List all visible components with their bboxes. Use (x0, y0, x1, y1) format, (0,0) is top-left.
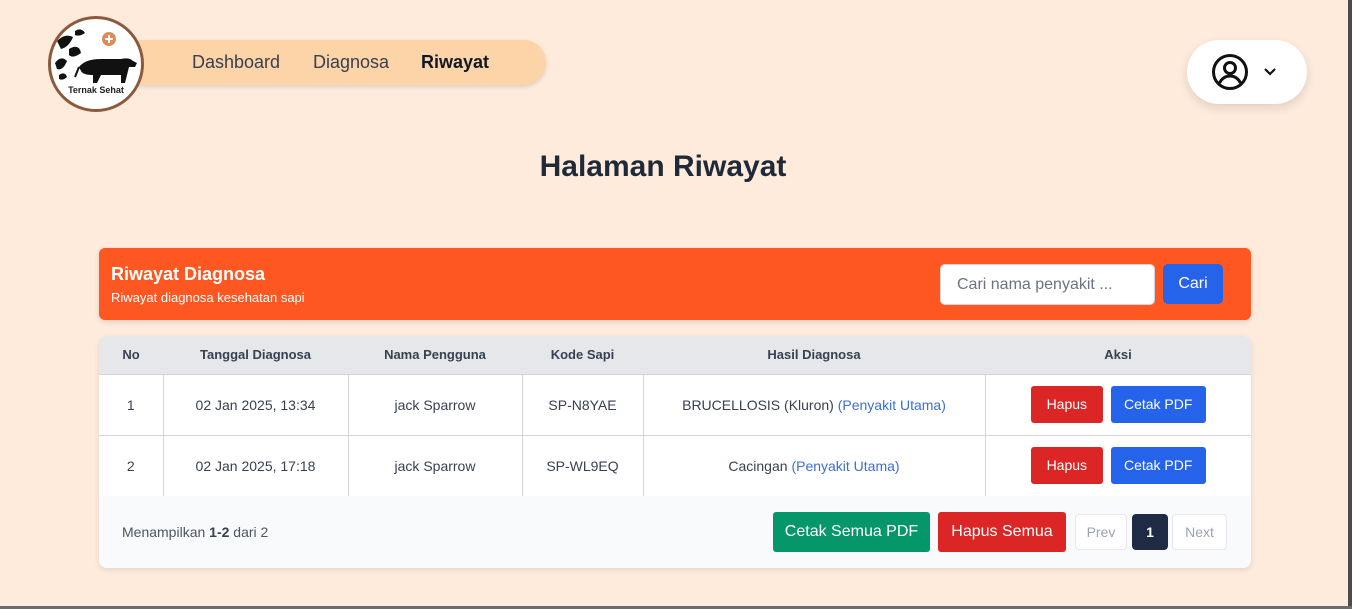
card-subtitle: Riwayat diagnosa kesehatan sapi (111, 290, 305, 305)
table-row: 1 02 Jan 2025, 13:34 jack Sparrow SP-N8Y… (99, 373, 1251, 436)
result-tag: (Penyakit Utama) (837, 396, 946, 413)
next-page-button[interactable]: Next (1172, 514, 1227, 550)
cell-no: 2 (99, 434, 164, 497)
cell-result: Cacingan (Penyakit Utama) (642, 434, 986, 497)
nav-diagnosa[interactable]: Diagnosa (313, 52, 389, 73)
nav-dashboard[interactable]: Dashboard (192, 52, 280, 73)
cow-logo-icon (55, 29, 137, 83)
cell-actions: Hapus Cetak PDF (984, 434, 1251, 497)
delete-button[interactable]: Hapus (1030, 447, 1103, 484)
summary-suffix: dari 2 (233, 524, 269, 540)
cell-code: SP-N8YAE (521, 373, 644, 436)
print-all-pdf-button[interactable]: Cetak Semua PDF (773, 512, 930, 552)
history-card-header: Riwayat Diagnosa Riwayat diagnosa keseha… (99, 248, 1251, 320)
header-result: Hasil Diagnosa (767, 347, 861, 363)
header-no: No (122, 347, 140, 363)
prev-page-button[interactable]: Prev (1075, 514, 1127, 550)
user-circle-icon (1212, 54, 1248, 90)
table-header-row: No Tanggal Diagnosa Nama Pengguna Kode S… (99, 336, 1251, 374)
header-actions: Aksi (1104, 347, 1132, 363)
summary-prefix: Menampilkan (122, 524, 206, 540)
print-pdf-button[interactable]: Cetak PDF (1110, 386, 1206, 423)
summary-range: 1-2 (209, 524, 230, 540)
header-code: Kode Sapi (550, 347, 615, 363)
history-table: No Tanggal Diagnosa Nama Pengguna Kode S… (99, 336, 1251, 497)
cell-no: 1 (99, 373, 164, 436)
result-name: BRUCELLOSIS (Kluron) (682, 396, 834, 413)
delete-all-button[interactable]: Hapus Semua (938, 512, 1066, 552)
chevron-down-icon (1264, 68, 1276, 76)
cell-date: 02 Jan 2025, 13:34 (162, 373, 349, 436)
cell-code: SP-WL9EQ (521, 434, 644, 497)
logo[interactable]: Ternak Sehat (48, 16, 144, 112)
result-name: Cacingan (728, 457, 788, 474)
cell-user: jack Sparrow (347, 434, 523, 497)
cell-user: jack Sparrow (347, 373, 523, 436)
card-title: Riwayat Diagnosa (111, 264, 266, 284)
delete-button[interactable]: Hapus (1030, 386, 1103, 423)
nav-riwayat[interactable]: Riwayat (421, 52, 489, 73)
cell-actions: Hapus Cetak PDF (984, 373, 1251, 436)
history-table-card: No Tanggal Diagnosa Nama Pengguna Kode S… (99, 336, 1251, 568)
pagination-summary: Menampilkan 1-2 dari 2 (122, 524, 268, 540)
page-title: Halaman Riwayat (539, 150, 787, 183)
cell-date: 02 Jan 2025, 17:18 (162, 434, 349, 497)
table-footer: Menampilkan 1-2 dari 2 Cetak Semua PDF H… (99, 496, 1251, 568)
logo-text: Ternak Sehat (68, 85, 124, 95)
cell-result: BRUCELLOSIS (Kluron) (Penyakit Utama) (642, 373, 986, 436)
current-page-button[interactable]: 1 (1132, 514, 1168, 550)
header-user: Nama Pengguna (384, 347, 486, 363)
header-date: Tanggal Diagnosa (200, 347, 311, 363)
result-tag: (Penyakit Utama) (791, 457, 900, 474)
search-button[interactable]: Cari (1163, 264, 1223, 304)
user-menu-button[interactable] (1187, 40, 1307, 104)
search-input[interactable] (940, 264, 1155, 305)
window-edge (1348, 0, 1352, 609)
table-row: 2 02 Jan 2025, 17:18 jack Sparrow SP-WL9… (99, 434, 1251, 497)
print-pdf-button[interactable]: Cetak PDF (1110, 447, 1206, 484)
